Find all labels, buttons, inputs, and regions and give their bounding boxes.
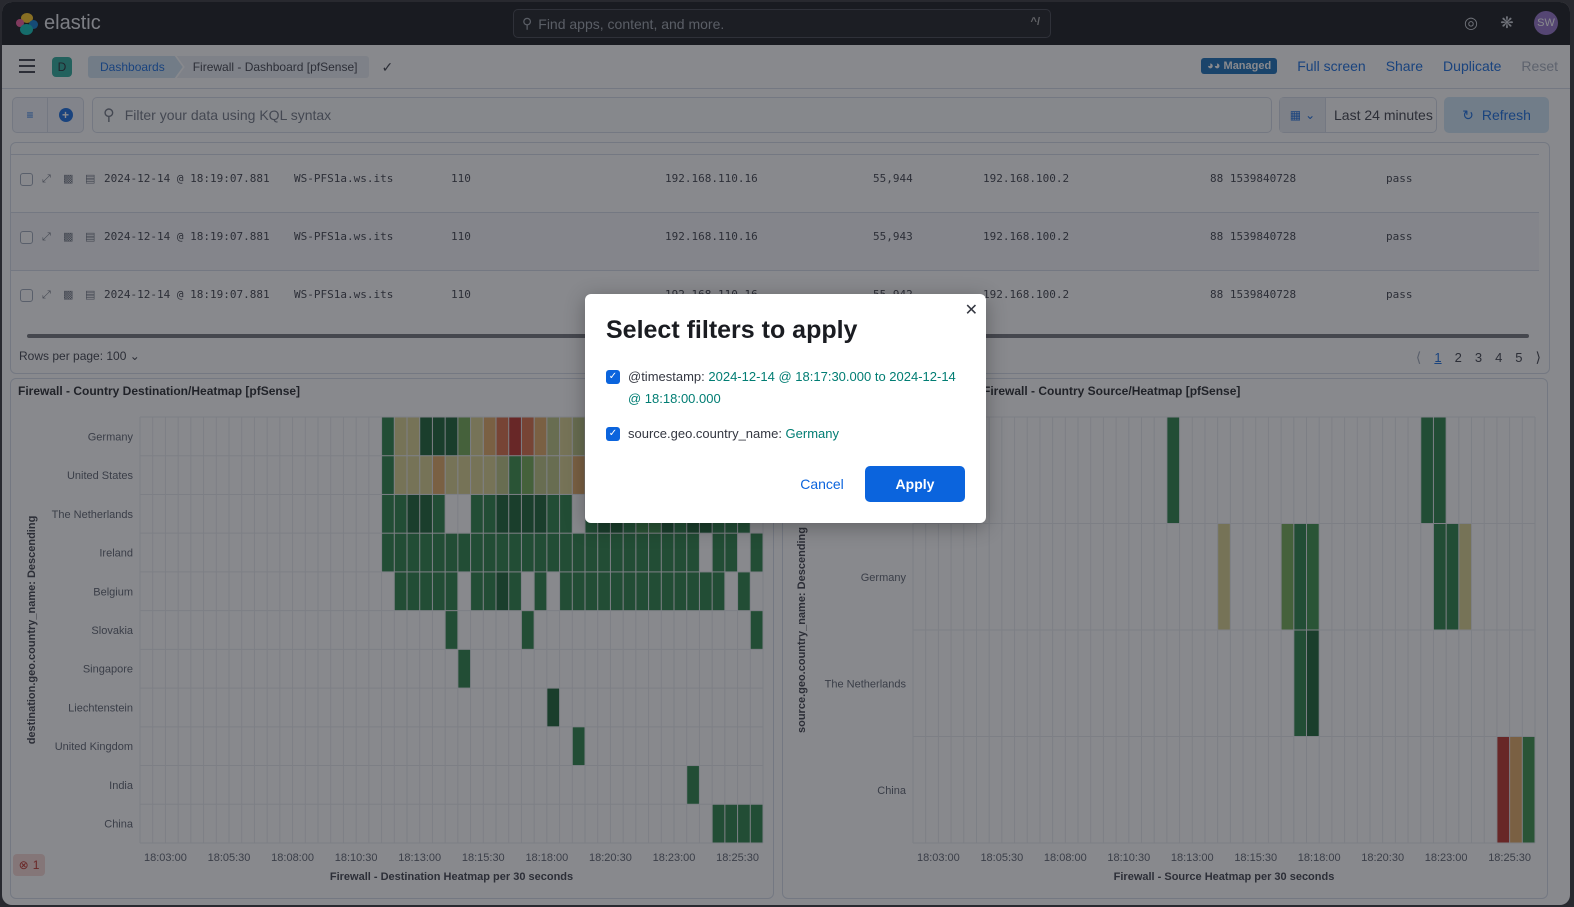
checkbox-source-country[interactable]: ✓ — [606, 427, 620, 441]
filter-value: Germany — [785, 426, 840, 441]
modal-title: Select filters to apply — [606, 316, 858, 344]
close-icon[interactable]: ✕ — [965, 300, 978, 320]
apply-button[interactable]: Apply — [865, 466, 965, 502]
cancel-button[interactable]: Cancel — [790, 466, 854, 502]
filter-field: source.geo.country_name: — [628, 426, 786, 441]
filter-option-source-country[interactable]: ✓ source.geo.country_name: Germany — [606, 423, 966, 445]
filter-option-timestamp[interactable]: ✓ @timestamp: 2024-12-14 @ 18:17:30.000 … — [606, 366, 966, 410]
checkbox-timestamp[interactable]: ✓ — [606, 370, 620, 384]
filter-field: @timestamp: — [628, 369, 709, 384]
select-filters-modal: ✕ Select filters to apply ✓ @timestamp: … — [585, 294, 986, 523]
